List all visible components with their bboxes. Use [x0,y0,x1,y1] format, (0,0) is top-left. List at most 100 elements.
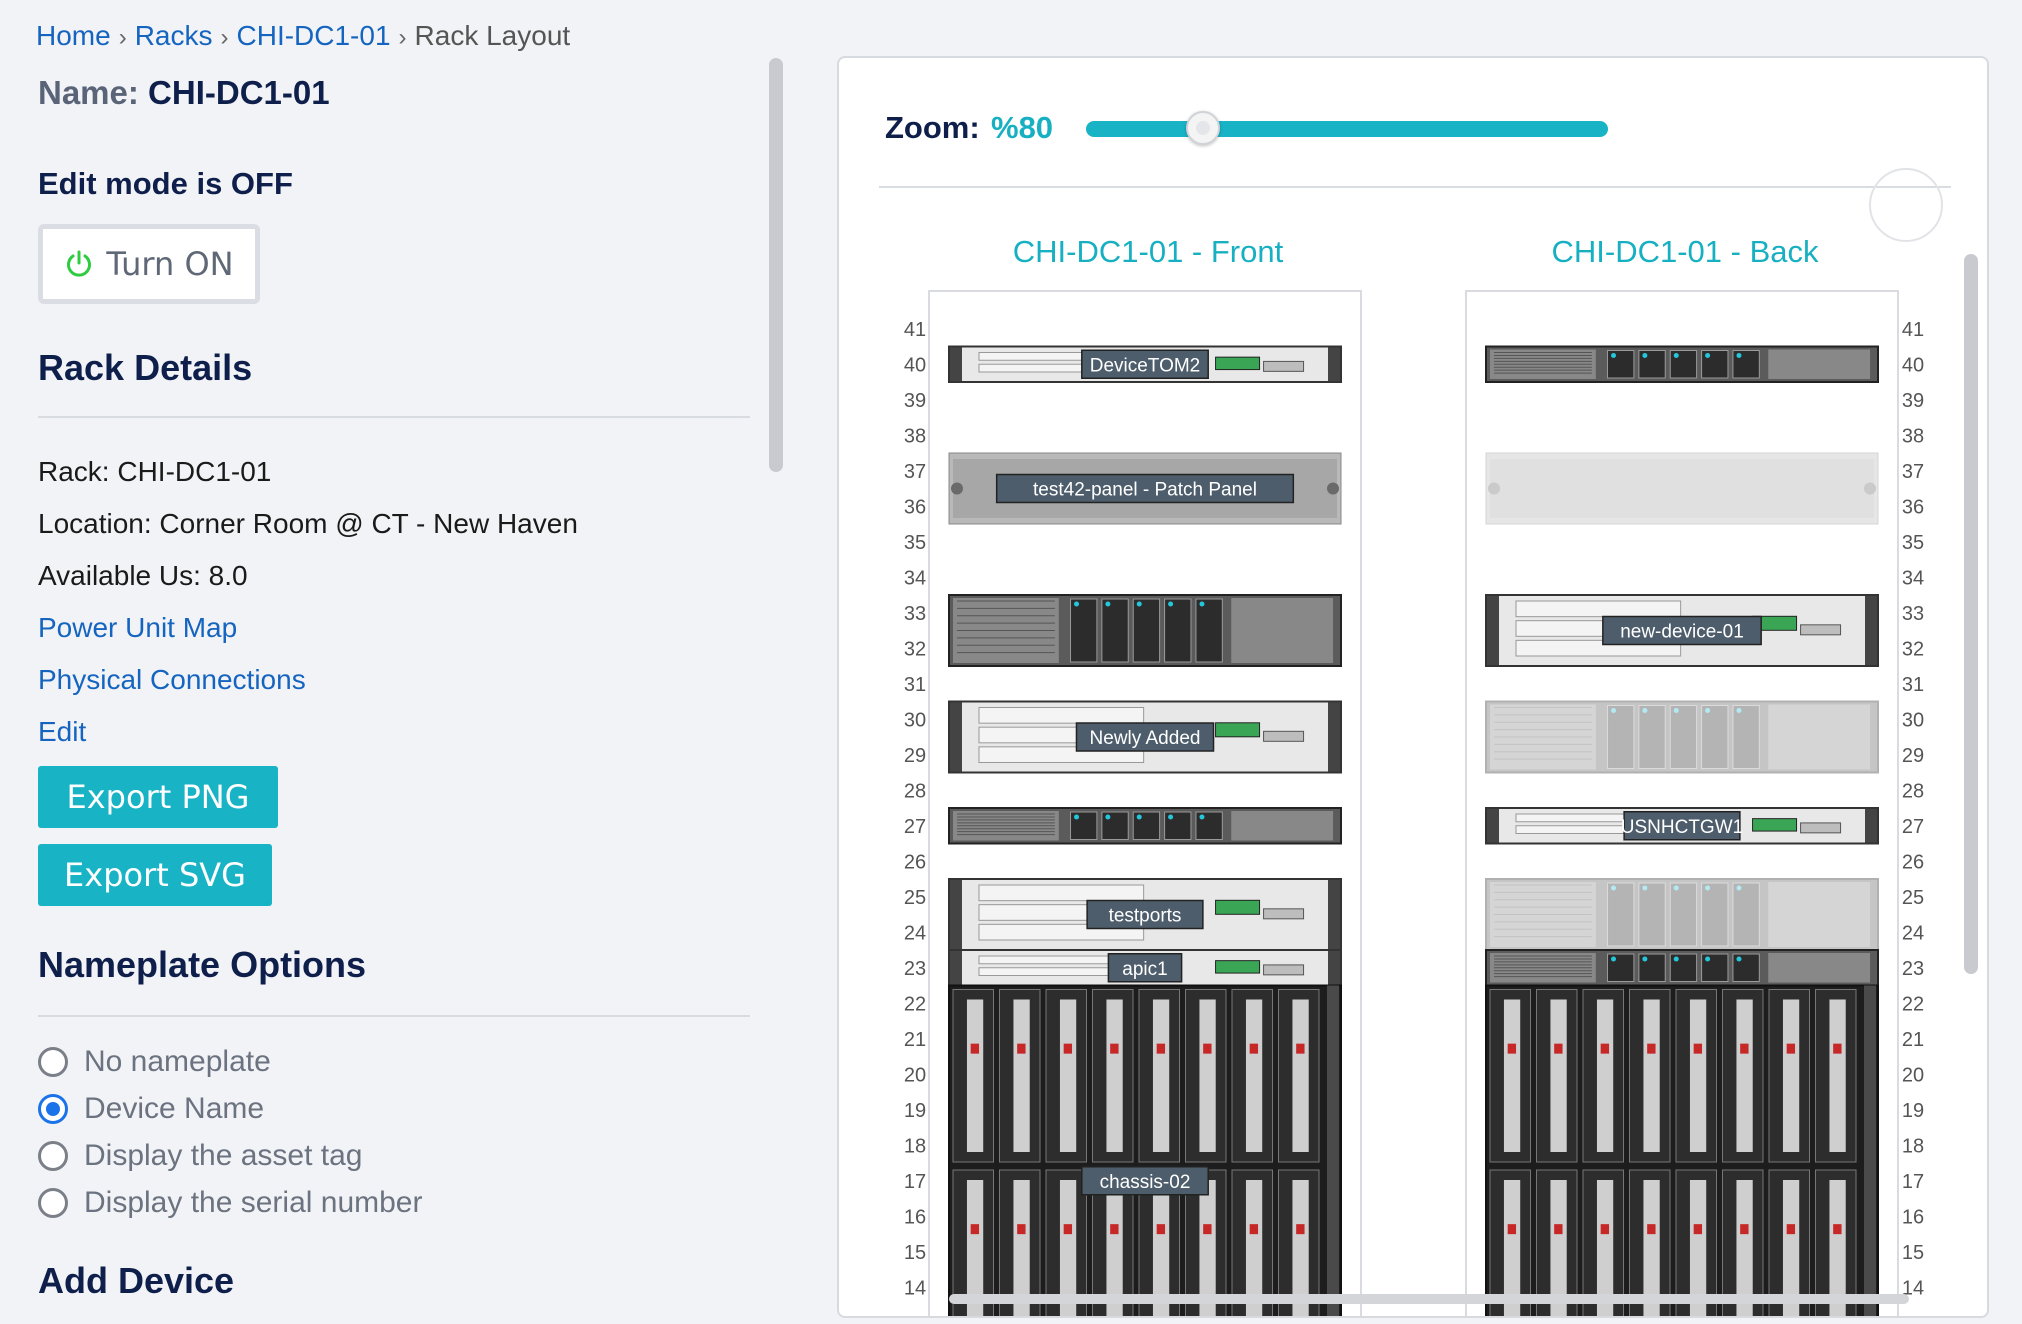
rack-device[interactable]: test42-panel - Patch Panel [948,452,1342,525]
rack-unit-number: 41 [1902,319,1924,341]
breadcrumb-rack[interactable]: CHI-DC1-01 [237,20,391,51]
rack-unit-number: 29 [904,745,926,767]
edit-link[interactable]: Edit [38,716,86,748]
rack-unit-number: 38 [1902,425,1924,447]
rack-unit-number: 30 [904,709,926,731]
rack-unit-number: 18 [904,1135,926,1157]
rack-name: Name: CHI-DC1-01 [38,74,330,112]
export-svg-button[interactable]: Export SVG [38,844,272,906]
radio-button-checked[interactable] [38,1094,68,1124]
rack-unit-number: 23 [1902,958,1924,980]
radio-button[interactable] [38,1141,68,1171]
rack-unit-number: 26 [904,851,926,873]
radio-label: Device Name [84,1092,265,1125]
rack-unit-number: 15 [1902,1242,1924,1264]
rack-unit-number: 22 [904,993,926,1015]
add-device-title: Add Device [38,1260,235,1301]
rack-device[interactable] [1485,949,1879,987]
sidebar-scrollbar[interactable] [769,58,783,472]
power-unit-map-link[interactable]: Power Unit Map [38,612,237,644]
radio-label: Display the asset tag [84,1139,363,1172]
turn-on-label: Turn ON [106,245,234,283]
rack-unit-number: 36 [904,496,926,518]
breadcrumb-racks[interactable]: Racks [135,20,213,51]
rack-unit-number: 13 [1902,1313,1924,1318]
rack-unit-number: 16 [1902,1206,1924,1228]
rack-unit-number: 29 [1902,745,1924,767]
rack-name-value: CHI-DC1-01 [148,74,330,111]
rack-unit-number: 28 [904,780,926,802]
rack-unit-number: 33 [1902,603,1924,625]
breadcrumb-separator: › [398,24,407,51]
rack-device[interactable]: Newly Added [948,700,1342,774]
rack-unit-number: 15 [904,1242,926,1264]
rack-scrollbar[interactable] [1964,254,1978,974]
rack-unit-number: 35 [904,532,926,554]
rack-unit-number: 36 [1902,496,1924,518]
rack-elevation-diagram: 41 40 39 38 37 36 35 34 33 32 31 30 29 28 27 26 25 24 23 22… [904,290,1924,1319]
divider [38,416,750,418]
rack-details-title: Rack Details [38,347,253,388]
horizontal-scrollbar[interactable] [949,1294,1909,1304]
breadcrumb-current: Rack Layout [414,20,571,51]
rack-unit-number: 20 [1902,1064,1924,1086]
rack-unit-number: 34 [904,567,926,589]
radio-no-nameplate[interactable]: No nameplate [38,1045,271,1079]
radio-asset-tag[interactable]: Display the asset tag [38,1139,362,1173]
rack-unit-number: 38 [904,425,926,447]
rack-device[interactable]: USNHCTGW1 [1485,807,1879,845]
rack-unit-number: 27 [1902,816,1924,838]
rack-device[interactable] [1485,345,1879,383]
rack-name-label: Name: [38,74,139,111]
radio-button[interactable] [38,1188,68,1218]
rack-unit-number: 37 [904,461,926,483]
device-nameplate: DeviceTOM2 [1090,355,1201,376]
radio-serial-number[interactable]: Display the serial number [38,1186,422,1220]
rack-device[interactable]: new-device-01 [1485,594,1879,667]
device-nameplate: new-device-01 [1620,622,1744,643]
rack-unit-number: 26 [1902,851,1924,873]
rack-device[interactable] [1485,452,1879,525]
rack-unit-number: 28 [1902,780,1924,802]
rack-unit-number: 24 [904,922,926,944]
rack-unit-number: 40 [1902,354,1924,376]
detail-location: Location: Corner Room @ CT - New Haven [38,508,578,539]
radio-label: Display the serial number [84,1186,423,1219]
device-nameplate: test42-panel - Patch Panel [1033,480,1257,501]
breadcrumb-home[interactable]: Home [36,20,111,51]
rack-device[interactable] [1485,878,1879,951]
rack-unit-number: 13 [904,1313,926,1318]
rack-unit-number: 18 [1902,1135,1924,1157]
device-nameplate: apic1 [1122,959,1167,980]
radio-device-name[interactable]: Device Name [38,1092,264,1126]
device-nameplate: USNHCTGW1 [1621,817,1743,838]
rack-unit-number: 41 [904,319,926,341]
rack-device[interactable]: DeviceTOM2 [948,345,1342,383]
rack-device[interactable] [1485,984,1879,1319]
rack-device[interactable] [1485,700,1879,774]
radio-button[interactable] [38,1047,68,1077]
rack-unit-number: 25 [1902,887,1924,909]
rack-unit-number: 39 [904,390,926,412]
edit-mode-status: Edit mode is OFF [38,166,293,201]
divider [38,1015,750,1017]
physical-connections-link[interactable]: Physical Connections [38,664,306,696]
device-nameplate: Newly Added [1090,728,1201,749]
detail-rack: Rack: CHI-DC1-01 [38,456,272,487]
turn-on-button[interactable]: Turn ON [38,224,260,304]
rack-unit-number: 20 [904,1064,926,1086]
rack-unit-number: 23 [904,958,926,980]
export-png-button[interactable]: Export PNG [38,766,278,828]
rack-unit-number: 25 [904,887,926,909]
rack-device[interactable] [948,594,1342,667]
rack-unit-number: 21 [1902,1029,1924,1051]
rack-device[interactable] [948,807,1342,845]
rack-device[interactable]: testports [948,878,1342,951]
rack-unit-number: 32 [1902,638,1924,660]
rack-device[interactable]: apic1 [948,949,1342,987]
rack-layout-panel: Zoom: %80 CHI-DC1-01 - Front CHI-DC1-01 … [837,56,1989,1318]
device-nameplate: testports [1109,906,1182,927]
rack-unit-number: 37 [1902,461,1924,483]
rack-device[interactable]: chassis-02 [948,984,1342,1319]
rack-unit-number: 31 [1902,674,1924,696]
